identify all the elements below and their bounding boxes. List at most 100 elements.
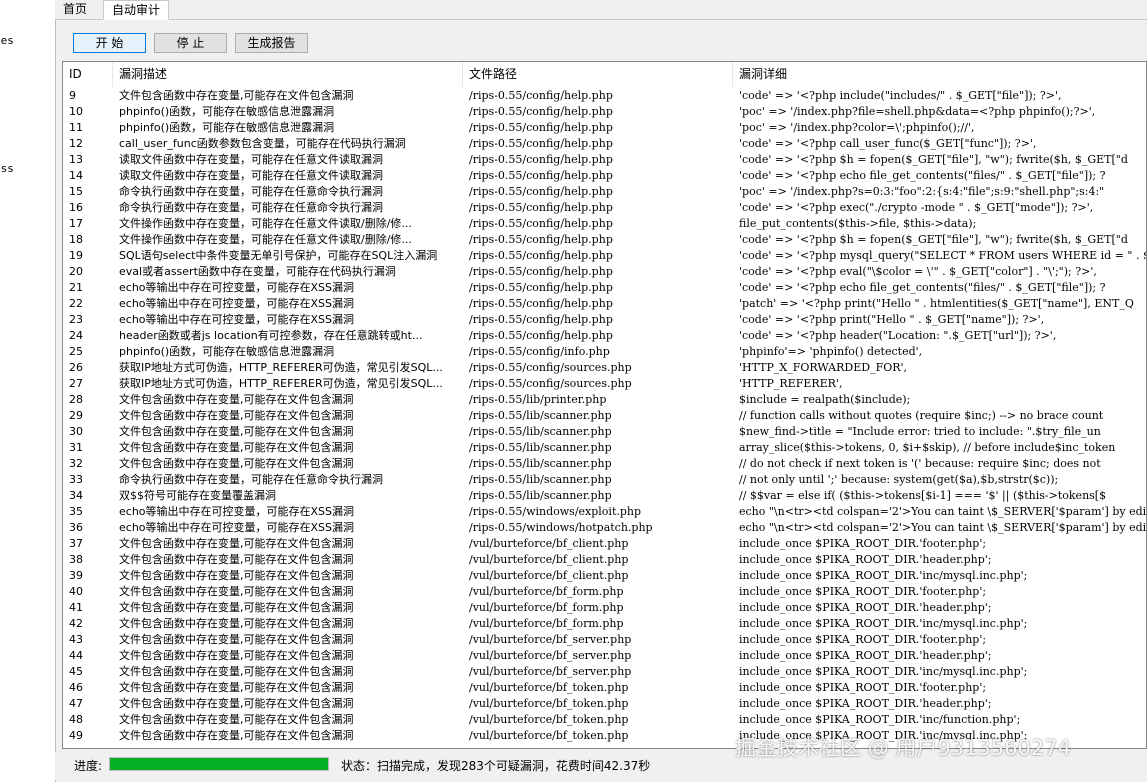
start-button[interactable]: 开 始 bbox=[73, 33, 146, 53]
column-header-detail[interactable]: 漏洞详细 bbox=[733, 62, 1146, 87]
row-path: /rips-0.55/config/help.php bbox=[469, 281, 613, 294]
table-row[interactable]: 41 文件包含函数中存在变量,可能存在文件包含漏洞/vul/burteforce/… bbox=[63, 600, 1146, 616]
row-description: 文件操作函数中存在变量，可能存在任意文件读取/删除/修... bbox=[119, 233, 412, 246]
table-row[interactable]: 44 文件包含函数中存在变量,可能存在文件包含漏洞/vul/burteforce/… bbox=[63, 648, 1146, 664]
row-id: 44 bbox=[69, 649, 83, 662]
table-row[interactable]: 24 header函数或者js location有可控参数，存在任意跳转或ht..… bbox=[63, 328, 1146, 344]
row-id: 21 bbox=[69, 281, 83, 294]
table-row[interactable]: 16 命令执行函数中存在变量，可能存在任意命令执行漏洞/rips-0.55/con… bbox=[63, 200, 1146, 216]
row-id: 24 bbox=[69, 329, 83, 342]
row-detail: echo "\n<tr><td colspan='2'>You can tain… bbox=[739, 505, 1147, 518]
row-id: 22 bbox=[69, 297, 83, 310]
row-detail: include_once $PIKA_ROOT_DIR.'header.php'… bbox=[739, 697, 992, 710]
row-id: 43 bbox=[69, 633, 83, 646]
tab-home[interactable]: 首页 bbox=[55, 0, 95, 19]
row-detail: 'poc' => '/index.php?file=shell.php&data… bbox=[739, 105, 1096, 118]
column-header-description[interactable]: 漏洞描述 bbox=[113, 62, 463, 87]
table-row[interactable]: 22 echo等输出中存在可控变量，可能存在XSS漏洞/rips-0.55/con… bbox=[63, 296, 1146, 312]
row-detail: 'code' => '<?php exec("./crypto -mode " … bbox=[739, 201, 1094, 214]
table-row[interactable]: 27 获取IP地址方式可伪造，HTTP_REFERER可伪造，常见引发SQL...… bbox=[63, 376, 1146, 392]
table-body: 9 文件包含函数中存在变量,可能存在文件包含漏洞/rips-0.55/config… bbox=[63, 88, 1146, 744]
table-row[interactable]: 33 命令执行函数中存在变量，可能存在任意命令执行漏洞/rips-0.55/lib… bbox=[63, 472, 1146, 488]
table-row[interactable]: 37 文件包含函数中存在变量,可能存在文件包含漏洞/vul/burteforce/… bbox=[63, 536, 1146, 552]
table-row[interactable]: 11 phpinfo()函数，可能存在敏感信息泄露漏洞/rips-0.55/con… bbox=[63, 120, 1146, 136]
row-detail: include_once $PIKA_ROOT_DIR.'inc/functio… bbox=[739, 713, 1021, 726]
row-id: 35 bbox=[69, 505, 83, 518]
table-row[interactable]: 28 文件包含函数中存在变量,可能存在文件包含漏洞/rips-0.55/lib/p… bbox=[63, 392, 1146, 408]
row-description: SQL语句select中条件变量无单引号保护，可能存在SQL注入漏洞 bbox=[119, 249, 438, 262]
row-description: 命令执行函数中存在变量，可能存在任意命令执行漏洞 bbox=[119, 201, 383, 214]
row-description: call_user_func函数参数包含变量，可能存在代码执行漏洞 bbox=[119, 137, 406, 150]
table-row[interactable]: 43 文件包含函数中存在变量,可能存在文件包含漏洞/vul/burteforce/… bbox=[63, 632, 1146, 648]
table-row[interactable]: 30 文件包含函数中存在变量,可能存在文件包含漏洞/rips-0.55/lib/s… bbox=[63, 424, 1146, 440]
row-description: 文件包含函数中存在变量,可能存在文件包含漏洞 bbox=[119, 633, 354, 646]
tab-auto-audit[interactable]: 自动审计 bbox=[103, 0, 170, 20]
table-row[interactable]: 15 命令执行函数中存在变量，可能存在任意命令执行漏洞/rips-0.55/con… bbox=[63, 184, 1146, 200]
row-detail: include_once $PIKA_ROOT_DIR.'header.php'… bbox=[739, 649, 992, 662]
row-id: 11 bbox=[69, 121, 83, 134]
table-row[interactable]: 12 call_user_func函数参数包含变量，可能存在代码执行漏洞/rips… bbox=[63, 136, 1146, 152]
row-description: 读取文件函数中存在变量，可能存在任意文件读取漏洞 bbox=[119, 169, 383, 182]
table-row[interactable]: 20 eval或者assert函数中存在变量，可能存在代码执行漏洞/rips-0.… bbox=[63, 264, 1146, 280]
table-row[interactable]: 39 文件包含函数中存在变量,可能存在文件包含漏洞/vul/burteforce/… bbox=[63, 568, 1146, 584]
table-row[interactable]: 23 echo等输出中存在可控变量，可能存在XSS漏洞/rips-0.55/con… bbox=[63, 312, 1146, 328]
row-detail: 'code' => '<?php include("includes/" . $… bbox=[739, 89, 1062, 102]
column-header-id[interactable]: ID bbox=[63, 62, 113, 87]
row-description: 文件包含函数中存在变量,可能存在文件包含漏洞 bbox=[119, 425, 354, 438]
row-path: /vul/burteforce/bf_server.php bbox=[469, 665, 632, 678]
table-row[interactable]: 35 echo等输出中存在可控变量，可能存在XSS漏洞/rips-0.55/win… bbox=[63, 504, 1146, 520]
table-row[interactable]: 19 SQL语句select中条件变量无单引号保护，可能存在SQL注入漏洞/rip… bbox=[63, 248, 1146, 264]
row-id: 42 bbox=[69, 617, 83, 630]
row-description: 文件包含函数中存在变量,可能存在文件包含漏洞 bbox=[119, 585, 354, 598]
status-text: 状态：扫描完成，发现283个可疑漏洞，花费时间42.37秒 bbox=[341, 759, 651, 773]
row-description: 文件包含函数中存在变量,可能存在文件包含漏洞 bbox=[119, 441, 354, 454]
row-description: 获取IP地址方式可伪造，HTTP_REFERER可伪造，常见引发SQL... bbox=[119, 377, 443, 390]
row-path: /vul/burteforce/bf_client.php bbox=[469, 553, 629, 566]
row-detail: 'poc' => '/index.php?s=0:3:"foo":2:{s:4:… bbox=[739, 185, 1105, 198]
row-path: /rips-0.55/config/help.php bbox=[469, 297, 613, 310]
table-row[interactable]: 46 文件包含函数中存在变量,可能存在文件包含漏洞/vul/burteforce/… bbox=[63, 680, 1146, 696]
table-row[interactable]: 32 文件包含函数中存在变量,可能存在文件包含漏洞/rips-0.55/lib/s… bbox=[63, 456, 1146, 472]
stop-button[interactable]: 停 止 bbox=[154, 33, 227, 53]
table-row[interactable]: 38 文件包含函数中存在变量,可能存在文件包含漏洞/vul/burteforce/… bbox=[63, 552, 1146, 568]
table-row[interactable]: 18 文件操作函数中存在变量，可能存在任意文件读取/删除/修... /rips-0.… bbox=[63, 232, 1146, 248]
progress-bar-fill bbox=[110, 758, 328, 770]
row-description: echo等输出中存在可控变量，可能存在XSS漏洞 bbox=[119, 281, 355, 294]
row-id: 48 bbox=[69, 713, 83, 726]
progress-label: 进度: bbox=[74, 759, 103, 773]
table-row[interactable]: 31 文件包含函数中存在变量,可能存在文件包含漏洞/rips-0.55/lib/s… bbox=[63, 440, 1146, 456]
row-id: 30 bbox=[69, 425, 83, 438]
table-row[interactable]: 10 phpinfo()函数，可能存在敏感信息泄露漏洞/rips-0.55/con… bbox=[63, 104, 1146, 120]
table-row[interactable]: 42 文件包含函数中存在变量,可能存在文件包含漏洞/vul/burteforce/… bbox=[63, 616, 1146, 632]
row-detail: 'code' => '<?php mysql_query("SELECT * F… bbox=[739, 249, 1147, 262]
table-row[interactable]: 13 读取文件函数中存在变量，可能存在任意文件读取漏洞/rips-0.55/con… bbox=[63, 152, 1146, 168]
row-description: 读取文件函数中存在变量，可能存在任意文件读取漏洞 bbox=[119, 153, 383, 166]
table-row[interactable]: 21 echo等输出中存在可控变量，可能存在XSS漏洞/rips-0.55/con… bbox=[63, 280, 1146, 296]
column-header-path[interactable]: 文件路径 bbox=[463, 62, 733, 87]
row-description: 文件包含函数中存在变量,可能存在文件包含漏洞 bbox=[119, 617, 354, 630]
table-row[interactable]: 49 文件包含函数中存在变量,可能存在文件包含漏洞/vul/burteforce/… bbox=[63, 728, 1146, 744]
row-detail: 'code' => '<?php echo file_get_contents(… bbox=[739, 281, 1106, 294]
row-id: 12 bbox=[69, 137, 83, 150]
row-description: 文件包含函数中存在变量,可能存在文件包含漏洞 bbox=[119, 697, 354, 710]
row-detail: file_put_contents($this->file, $this->da… bbox=[739, 217, 977, 230]
row-path: /rips-0.55/lib/printer.php bbox=[469, 393, 607, 406]
table-row[interactable]: 14 读取文件函数中存在变量，可能存在任意文件读取漏洞/rips-0.55/con… bbox=[63, 168, 1146, 184]
row-path: /rips-0.55/config/help.php bbox=[469, 217, 613, 230]
table-row[interactable]: 48 文件包含函数中存在变量,可能存在文件包含漏洞/vul/burteforce/… bbox=[63, 712, 1146, 728]
generate-report-button[interactable]: 生成报告 bbox=[235, 33, 308, 53]
row-description: phpinfo()函数，可能存在敏感信息泄露漏洞 bbox=[119, 345, 335, 358]
table-row[interactable]: 26 获取IP地址方式可伪造，HTTP_REFERER可伪造，常见引发SQL...… bbox=[63, 360, 1146, 376]
table-row[interactable]: 47 文件包含函数中存在变量,可能存在文件包含漏洞/vul/burteforce/… bbox=[63, 696, 1146, 712]
left-strip-fragment: ess bbox=[0, 162, 14, 175]
table-row[interactable]: 17 文件操作函数中存在变量，可能存在任意文件读取/删除/修... /rips-0.… bbox=[63, 216, 1146, 232]
row-id: 36 bbox=[69, 521, 83, 534]
table-row[interactable]: 40 文件包含函数中存在变量,可能存在文件包含漏洞/vul/burteforce/… bbox=[63, 584, 1146, 600]
table-row[interactable]: 45 文件包含函数中存在变量,可能存在文件包含漏洞/vul/burteforce/… bbox=[63, 664, 1146, 680]
row-detail: include_once $PIKA_ROOT_DIR.'footer.php'… bbox=[739, 537, 987, 550]
table-row[interactable]: 29 文件包含函数中存在变量,可能存在文件包含漏洞/rips-0.55/lib/s… bbox=[63, 408, 1146, 424]
table-row[interactable]: 34 双$$符号可能存在变量覆盖漏洞/rips-0.55/lib/scanner.… bbox=[63, 488, 1146, 504]
table-row[interactable]: 25 phpinfo()函数，可能存在敏感信息泄露漏洞/rips-0.55/con… bbox=[63, 344, 1146, 360]
table-row[interactable]: 36 echo等输出中存在可控变量，可能存在XSS漏洞/rips-0.55/win… bbox=[63, 520, 1146, 536]
table-row[interactable]: 9 文件包含函数中存在变量,可能存在文件包含漏洞/rips-0.55/config… bbox=[63, 88, 1146, 104]
